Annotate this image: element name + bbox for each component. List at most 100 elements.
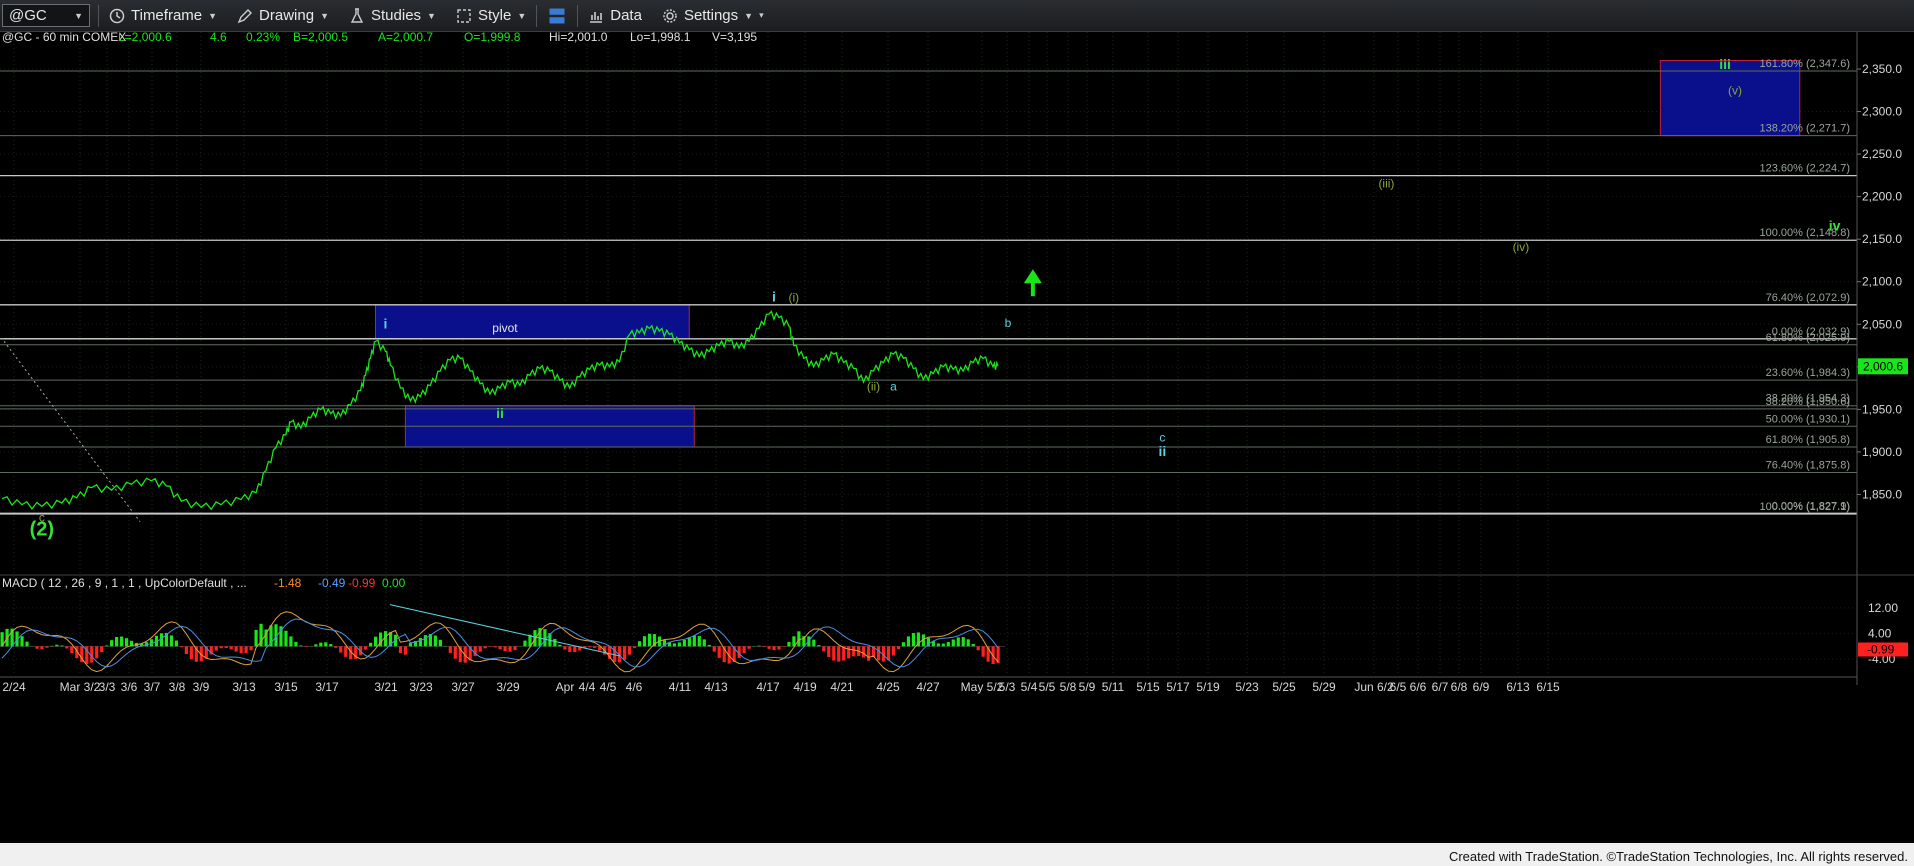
wave-label: (v) [1728, 84, 1742, 98]
macd-bar [623, 646, 627, 660]
x-tick-label: 5/4 [1021, 680, 1038, 694]
macd-label: MACD ( 12 , 26 , 9 , 1 , 1 , UpColorDefa… [2, 576, 247, 590]
macd-bar [448, 646, 452, 653]
macd-bar [105, 645, 109, 647]
macd-bar [677, 642, 681, 647]
pencil-icon [237, 8, 253, 23]
symbol-selector[interactable]: @GC ▼ [2, 4, 90, 27]
y-tick-label: 2,300.0 [1862, 105, 1902, 119]
macd-bar [20, 636, 24, 647]
macd-bar [299, 645, 303, 647]
macd-bar [364, 646, 368, 650]
macd-bar [433, 635, 437, 647]
x-tick-label: 5/5 [1039, 680, 1056, 694]
toolbar: @GC ▼ Timeframe ▼ Drawing ▼ Studies ▼ St… [0, 0, 1914, 32]
layout-button[interactable] [537, 0, 577, 31]
settings-button[interactable]: Settings ▼ ▾ [652, 0, 774, 31]
macd-bar [817, 645, 821, 647]
studies-button[interactable]: Studies ▼ [339, 0, 446, 31]
macd-bar [498, 646, 502, 650]
layout-icon [549, 8, 565, 23]
macd-value-4: 0.00 [382, 576, 406, 590]
macd-bar [45, 646, 49, 648]
y-tick-label: 2,250.0 [1862, 147, 1902, 161]
x-tick-label: 5/9 [1079, 680, 1096, 694]
macd-current-label: -0.99 [1867, 643, 1895, 657]
last-price-marker: 2,000.6 [1858, 358, 1908, 375]
time-axis[interactable]: 2/24 Mar 3/23/3 3/6 3/7 3/8 3/9 3/13 3/15 3/17 3/… [0, 676, 1857, 694]
macd-bar [234, 646, 238, 652]
macd-bar [822, 646, 826, 652]
macd-bar [189, 646, 193, 660]
y-tick-label: 2,350.0 [1862, 62, 1902, 76]
wave-label: ii [496, 405, 504, 421]
macd-bar [971, 643, 975, 647]
macd-bar [65, 646, 69, 649]
macd-bar [632, 646, 637, 648]
macd-bar [523, 640, 527, 647]
timeframe-button[interactable]: Timeframe ▼ [99, 0, 227, 31]
macd-bar [707, 644, 711, 647]
macd-bar [553, 638, 557, 647]
macd-bar [55, 644, 59, 647]
x-tick-label: 3/8 [169, 680, 186, 694]
macd-bar [120, 636, 124, 647]
macd-bar [214, 646, 218, 651]
chevron-down-icon: ▼ [208, 10, 218, 21]
wave-label: a [890, 380, 897, 394]
style-icon [457, 8, 471, 23]
volume-text: V=3,195 [712, 32, 757, 44]
x-tick-label: 3/17 [315, 680, 339, 694]
macd-bar [787, 641, 791, 647]
chevron-down-icon: ▼ [744, 10, 754, 21]
macd-bar [70, 646, 74, 654]
x-tick-label: Jun 6/2 [1354, 680, 1394, 694]
macd-bar [334, 646, 338, 648]
macd-bar [558, 644, 562, 647]
macd-bar [184, 646, 188, 655]
x-tick-label: 3/21 [374, 680, 398, 694]
macd-bar [702, 639, 706, 647]
macd-bar [956, 637, 960, 647]
wave-label: iii [1719, 56, 1731, 72]
macd-value-2: -0.49 [318, 576, 346, 590]
studies-label: Studies [371, 7, 422, 24]
macd-bar [692, 635, 696, 647]
drawing-button[interactable]: Drawing ▼ [227, 0, 339, 31]
wave-label: (ii) [867, 380, 880, 394]
macd-bar [717, 646, 721, 658]
macd-bar [284, 630, 288, 647]
x-tick-label: 3/15 [274, 680, 298, 694]
macd-bar [254, 629, 258, 647]
macd-bar [179, 646, 183, 648]
macd-bar [508, 646, 512, 652]
macd-bar [642, 636, 647, 647]
macd-bar [647, 633, 652, 647]
fib-label: 50.00% (1,930.1) [1766, 413, 1850, 425]
bid-text: B=2,000.5 [293, 32, 348, 44]
drawing-label: Drawing [259, 7, 315, 24]
x-tick-label: May 5/2 [961, 680, 1004, 694]
style-button[interactable]: Style ▼ [446, 0, 536, 31]
macd-bar [961, 637, 965, 647]
y-tick-label: 1,850.0 [1862, 487, 1902, 501]
fib-label: 76.40% (1,875.8) [1766, 460, 1850, 472]
flask-icon [350, 7, 364, 23]
macd-bar [319, 642, 323, 647]
macd-bar [906, 636, 911, 647]
macd-bar [827, 646, 831, 658]
macd-bar [408, 642, 413, 647]
chevron-down-icon: ▼ [427, 10, 436, 21]
data-button[interactable]: Data [578, 0, 652, 31]
macd-bar [289, 636, 293, 647]
fib-label: 76.40% (2,072.9) [1766, 292, 1850, 304]
data-label: Data [610, 7, 642, 24]
y-tick-label: 2,100.0 [1862, 275, 1902, 289]
macd-bar [852, 646, 856, 657]
macd-bar [60, 645, 64, 647]
x-tick-label: 3/9 [193, 680, 210, 694]
price-chart[interactable]: 161.80% (2,347.6) 138.20% (2,271.7) 123.60… [0, 32, 1914, 843]
macd-bar [513, 646, 517, 651]
macd-bar [169, 635, 174, 647]
x-tick-label: 5/3 [999, 680, 1016, 694]
